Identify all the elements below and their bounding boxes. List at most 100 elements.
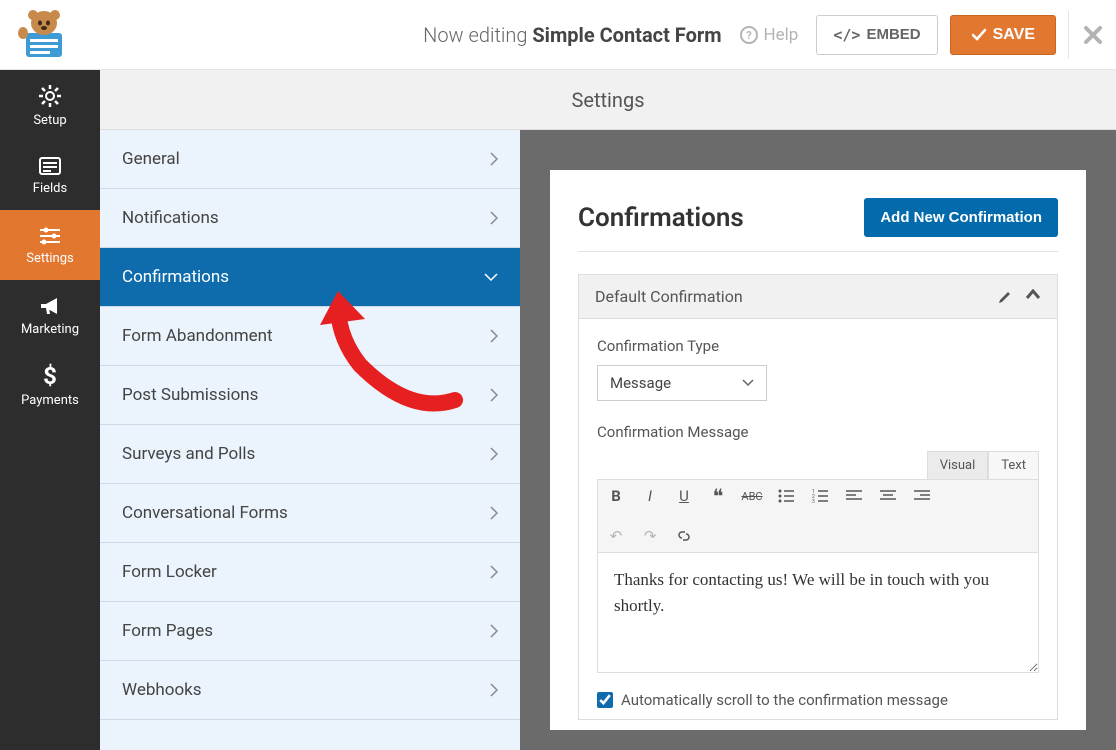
save-label: SAVE	[993, 26, 1035, 44]
bullet-list-icon[interactable]	[776, 486, 796, 506]
help-icon: ?	[740, 26, 758, 44]
settings-item-confirmations[interactable]: Confirmations	[100, 248, 520, 307]
pencil-icon[interactable]	[997, 289, 1013, 305]
link-icon[interactable]	[674, 526, 694, 546]
topbar: Now editing Simple Contact Form ? Help <…	[0, 0, 1116, 70]
code-icon: </>	[833, 26, 860, 44]
close-icon	[1083, 25, 1103, 45]
settings-item-label: Post Submissions	[122, 385, 258, 405]
number-list-icon[interactable]: 123	[810, 486, 830, 506]
settings-item-form-pages[interactable]: Form Pages	[100, 602, 520, 661]
undo-icon[interactable]: ↶	[606, 526, 626, 546]
editor-toolbar: B I U ❝ ABC 123	[597, 479, 1039, 553]
svg-text:3: 3	[812, 499, 815, 503]
underline-icon[interactable]: U	[674, 486, 694, 506]
settings-item-notifications[interactable]: Notifications	[100, 189, 520, 248]
chevron-right-icon	[490, 565, 498, 579]
svg-text:$: $	[43, 363, 57, 389]
confirmations-panel: Confirmations Add New Confirmation Defau…	[550, 170, 1086, 730]
scroll-checkbox-row[interactable]: Automatically scroll to the confirmation…	[597, 691, 1039, 709]
settings-item-label: Form Abandonment	[122, 326, 273, 346]
bold-icon[interactable]: B	[606, 486, 626, 506]
editor: Visual Text B I U ❝ ABC	[597, 451, 1039, 673]
settings-item-conversational-forms[interactable]: Conversational Forms	[100, 484, 520, 543]
list-icon	[37, 155, 63, 177]
chevron-right-icon	[490, 624, 498, 638]
redo-icon[interactable]: ↷	[640, 526, 660, 546]
settings-item-label: General	[122, 149, 180, 169]
confirmation-block-title: Default Confirmation	[595, 287, 743, 306]
editor-textarea[interactable]: Thanks for contacting us! We will be in …	[597, 553, 1039, 673]
help-label: Help	[764, 25, 799, 45]
chevron-down-icon	[484, 273, 498, 281]
message-label: Confirmation Message	[597, 423, 1039, 441]
chevron-right-icon	[490, 152, 498, 166]
confirmation-block-body: Confirmation Type Message Confirmation M…	[579, 319, 1057, 719]
chevron-right-icon	[490, 211, 498, 225]
save-button[interactable]: SAVE	[950, 15, 1056, 55]
iconbar-label: Payments	[21, 393, 79, 408]
chevron-right-icon	[490, 683, 498, 697]
preview-area: Confirmations Add New Confirmation Defau…	[520, 130, 1116, 750]
iconbar-item-setup[interactable]: Setup	[0, 70, 100, 140]
align-left-icon[interactable]	[844, 486, 864, 506]
svg-text:?: ?	[746, 29, 752, 42]
editing-prefix: Now editing	[423, 23, 532, 47]
settings-item-post-submissions[interactable]: Post Submissions	[100, 366, 520, 425]
scroll-checkbox-label: Automatically scroll to the confirmation…	[621, 691, 948, 709]
embed-label: EMBED	[866, 26, 920, 43]
quote-icon[interactable]: ❝	[708, 486, 728, 506]
content-body: General Notifications Confirmations Form…	[100, 130, 1116, 750]
settings-item-label: Conversational Forms	[122, 503, 288, 523]
settings-item-form-locker[interactable]: Form Locker	[100, 543, 520, 602]
iconbar-item-fields[interactable]: Fields	[0, 140, 100, 210]
strike-icon[interactable]: ABC	[742, 486, 762, 506]
confirmation-block-head[interactable]: Default Confirmation	[579, 275, 1057, 319]
editing-title: Now editing Simple Contact Form	[423, 23, 721, 47]
content-header: Settings	[100, 70, 1116, 130]
bullhorn-icon	[37, 294, 63, 318]
chevron-right-icon	[490, 447, 498, 461]
chevron-right-icon	[490, 329, 498, 343]
editor-tab-text[interactable]: Text	[988, 451, 1039, 479]
settings-item-general[interactable]: General	[100, 130, 520, 189]
close-button[interactable]	[1068, 11, 1104, 59]
chevron-right-icon	[490, 388, 498, 402]
iconbar-label: Setup	[33, 113, 66, 128]
panel-head: Confirmations Add New Confirmation	[578, 198, 1058, 252]
scroll-checkbox[interactable]	[597, 692, 613, 708]
chevron-down-icon	[742, 379, 754, 387]
align-center-icon[interactable]	[878, 486, 898, 506]
settings-list: General Notifications Confirmations Form…	[100, 130, 520, 750]
chevron-up-icon[interactable]	[1025, 289, 1041, 301]
settings-item-label: Form Pages	[122, 621, 213, 641]
gear-icon	[37, 83, 63, 109]
dollar-icon: $	[40, 363, 60, 389]
iconbar-label: Marketing	[21, 322, 79, 337]
iconbar-item-settings[interactable]: Settings	[0, 210, 100, 280]
settings-item-surveys-polls[interactable]: Surveys and Polls	[100, 425, 520, 484]
settings-item-label: Surveys and Polls	[122, 444, 255, 464]
iconbar-item-payments[interactable]: $ Payments	[0, 350, 100, 420]
settings-item-form-abandonment[interactable]: Form Abandonment	[100, 307, 520, 366]
embed-button[interactable]: </> EMBED	[816, 15, 937, 55]
confirmation-block: Default Confirmation Confirmation Type M…	[578, 274, 1058, 720]
add-confirmation-button[interactable]: Add New Confirmation	[864, 198, 1058, 237]
check-icon	[971, 27, 987, 43]
panel-title: Confirmations	[578, 203, 744, 233]
chevron-right-icon	[490, 506, 498, 520]
settings-item-label: Notifications	[122, 208, 219, 228]
type-label: Confirmation Type	[597, 337, 1039, 355]
help-link[interactable]: ? Help	[740, 25, 799, 45]
italic-icon[interactable]: I	[640, 486, 660, 506]
iconbar-label: Fields	[33, 181, 67, 196]
iconbar-label: Settings	[26, 251, 73, 266]
main: Setup Fields Settings Marketing $ Paymen…	[0, 70, 1116, 750]
align-right-icon[interactable]	[912, 486, 932, 506]
form-name: Simple Contact Form	[532, 23, 721, 47]
type-select[interactable]: Message	[597, 365, 767, 401]
settings-item-webhooks[interactable]: Webhooks	[100, 661, 520, 720]
iconbar-item-marketing[interactable]: Marketing	[0, 280, 100, 350]
editor-tab-visual[interactable]: Visual	[927, 451, 989, 479]
brand-logo	[8, 5, 80, 65]
